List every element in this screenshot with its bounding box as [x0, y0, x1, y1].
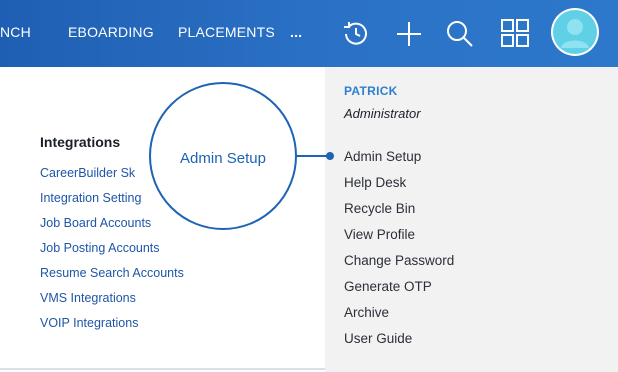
menu-item-recycle-bin[interactable]: Recycle Bin — [344, 201, 415, 216]
integrations-title: Integrations — [40, 134, 121, 150]
search-icon[interactable] — [444, 18, 476, 55]
link-job-posting-accounts[interactable]: Job Posting Accounts — [40, 241, 160, 255]
link-vms-integrations[interactable]: VMS Integrations — [40, 291, 136, 305]
callout-magnifier: Admin Setup — [149, 82, 297, 230]
nav-item-eboarding[interactable]: EBOARDING — [68, 24, 154, 40]
nav-item-placements[interactable]: PLACEMENTS — [178, 24, 275, 40]
divider — [0, 368, 325, 370]
menu-item-help-desk[interactable]: Help Desk — [344, 175, 406, 190]
add-icon[interactable] — [393, 18, 425, 55]
link-resume-search-accounts[interactable]: Resume Search Accounts — [40, 266, 184, 280]
menu-item-user-guide[interactable]: User Guide — [344, 331, 412, 346]
menu-item-admin-setup[interactable]: Admin Setup — [344, 149, 421, 164]
history-icon[interactable] — [340, 18, 372, 55]
apps-grid-icon[interactable] — [500, 18, 530, 53]
callout-label: Admin Setup — [180, 150, 266, 167]
callout-pointer-dot — [326, 152, 334, 160]
menu-item-generate-otp[interactable]: Generate OTP — [344, 279, 432, 294]
user-name: PATRICK — [344, 84, 398, 98]
menu-item-archive[interactable]: Archive — [344, 305, 389, 320]
link-job-board-accounts[interactable]: Job Board Accounts — [40, 216, 151, 230]
avatar[interactable] — [551, 8, 599, 56]
nav-item-nch[interactable]: NCH — [0, 24, 31, 40]
menu-item-change-password[interactable]: Change Password — [344, 253, 454, 268]
nav-more[interactable]: ... — [290, 24, 302, 40]
link-voip-integrations[interactable]: VOIP Integrations — [40, 316, 138, 330]
user-role: Administrator — [344, 106, 421, 121]
link-integration-setting[interactable]: Integration Setting — [40, 191, 141, 205]
menu-item-view-profile[interactable]: View Profile — [344, 227, 415, 242]
link-careerbuilder[interactable]: CareerBuilder Sk — [40, 166, 135, 180]
callout-pointer-line — [296, 155, 330, 157]
top-navigation-bar: NCH EBOARDING PLACEMENTS ... — [0, 0, 618, 67]
